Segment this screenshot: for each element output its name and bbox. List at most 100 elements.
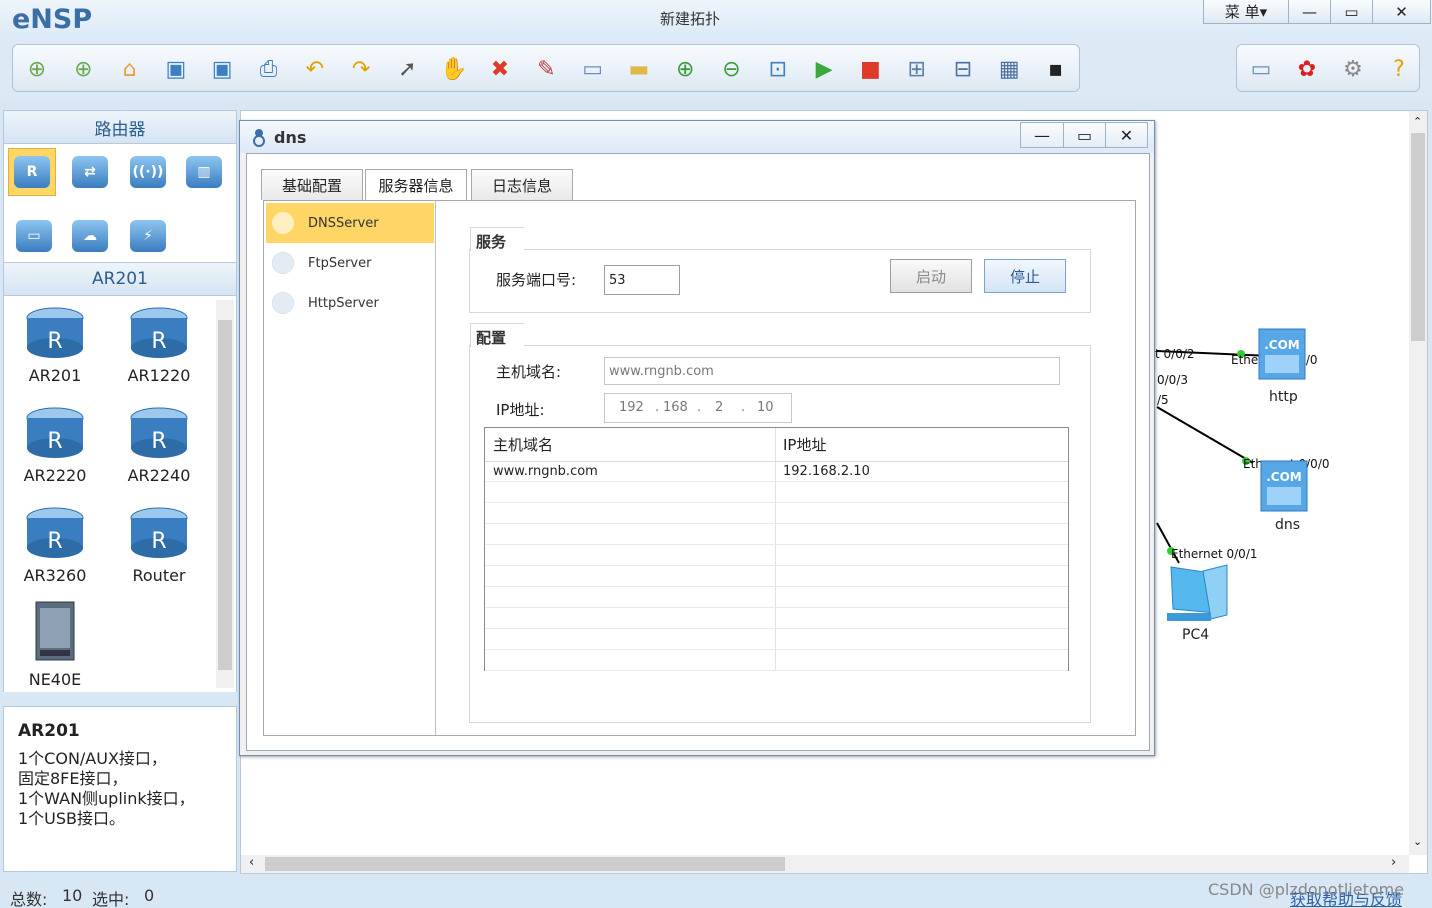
text-icon[interactable]: ▭ <box>579 55 607 83</box>
dialog-close-button[interactable]: ✕ <box>1105 123 1147 147</box>
delete-icon[interactable]: ✖ <box>486 55 514 83</box>
port-label: t 0/0/2 <box>1155 347 1195 361</box>
router-category-icon[interactable]: R <box>8 148 56 196</box>
svg-text:R: R <box>47 529 62 554</box>
right-toolbar: ▭ ✿ ⚙? <box>1236 44 1420 92</box>
service-label: HttpServer <box>308 295 379 311</box>
main-toolbar: ⊕ ⊕ ⌂ ▣ ▣ ⎙ ↶ ↷ ➚ ✋ ✖ ✎ ▭ ▬ ⊕ ⊖ ⊡ ▶ ■ ⊞ ⊟ ▦ ▪ <box>12 44 1080 92</box>
ip-input[interactable]: 192 . 168 . 2 . 10 <box>604 393 792 423</box>
print-icon[interactable]: ⎙ <box>255 55 283 83</box>
device-item[interactable]: R AR1220 <box>114 304 204 385</box>
delete-link-icon[interactable]: ✎ <box>532 55 560 83</box>
device-item[interactable]: R AR3260 <box>10 504 100 585</box>
server-icon[interactable]: .COM <box>1257 325 1309 383</box>
service-label: FtpServer <box>308 255 372 271</box>
tab-basic-config[interactable]: 基础配置 <box>261 169 363 200</box>
device-label: NE40E <box>28 670 82 689</box>
save-as-icon[interactable]: ▣ <box>208 55 236 83</box>
minimize-button[interactable]: — <box>1288 0 1330 23</box>
router-icon: R <box>10 504 100 562</box>
toolbar: ⊕ ⊕ ⌂ ▣ ▣ ⎙ ↶ ↷ ➚ ✋ ✖ ✎ ▭ ▬ ⊕ ⊖ ⊡ ▶ ■ ⊞ ⊟ ▦ ▪ ▭ ✿ ⚙? <box>0 40 1432 100</box>
desc-line: 固定8FE接口， <box>18 769 128 788</box>
device-list-scrollbar[interactable] <box>216 300 234 688</box>
stop-icon[interactable]: ■ <box>856 55 884 83</box>
canvas-hscroll[interactable]: ‹ › <box>241 855 1409 873</box>
pc-category-icon[interactable]: ▭ <box>10 212 58 260</box>
start-icon[interactable]: ▶ <box>810 55 838 83</box>
menu-button[interactable]: 菜 单▾ <box>1204 0 1288 23</box>
svg-text:R: R <box>151 329 166 354</box>
device-item[interactable]: NE40E <box>10 600 100 689</box>
stop-button[interactable]: 停止 <box>984 259 1066 293</box>
wlan-category-icon[interactable]: ((·)) <box>124 148 172 196</box>
grid-icon[interactable]: ▦ <box>995 55 1023 83</box>
select-icon[interactable]: ➚ <box>393 55 421 83</box>
link-dns[interactable] <box>1156 406 1254 464</box>
column-header-domain[interactable]: 主机域名 <box>485 428 553 461</box>
service-item-ftp[interactable]: FtpServer <box>266 243 434 283</box>
column-header-ip[interactable]: IP地址 <box>775 428 826 461</box>
canvas-vscroll[interactable]: ⌃ ⌄ <box>1409 111 1427 855</box>
start-button[interactable]: 启动 <box>890 259 972 293</box>
topology-icon[interactable]: ⊟ <box>949 55 977 83</box>
rectangle-icon[interactable]: ▬ <box>625 55 653 83</box>
device-label: AR2240 <box>127 466 191 485</box>
device-name-http: http <box>1269 389 1298 405</box>
new-example-icon[interactable]: ⊕ <box>69 55 97 83</box>
service-item-dns[interactable]: DNSServer <box>266 203 434 243</box>
port-label: Ethernet 0/0/1 <box>1171 547 1258 561</box>
port-label: /5 <box>1157 393 1169 407</box>
domain-input[interactable]: www.rngnb.com <box>604 357 1060 385</box>
device-label: Router <box>132 566 186 585</box>
tab-server-info[interactable]: 服务器信息 <box>365 169 467 201</box>
device-item[interactable]: R Router <box>114 504 204 585</box>
tab-log-info[interactable]: 日志信息 <box>471 169 573 200</box>
device-item[interactable]: R AR2240 <box>114 404 204 485</box>
zoom-out-icon[interactable]: ⊖ <box>718 55 746 83</box>
dialog-title-bar[interactable]: dns — ▭ ✕ <box>240 121 1154 153</box>
device-label: AR201 <box>28 366 82 385</box>
huawei-icon[interactable]: ✿ <box>1293 55 1321 83</box>
open-icon[interactable]: ⌂ <box>116 55 144 83</box>
dialog-maximize-button[interactable]: ▭ <box>1063 123 1105 147</box>
port-input[interactable]: 53 <box>604 265 680 295</box>
undo-icon[interactable]: ↶ <box>301 55 329 83</box>
port-label: 服务端口号: <box>496 271 577 289</box>
save-icon[interactable]: ▣ <box>162 55 190 83</box>
service-label: DNSServer <box>308 215 379 231</box>
firewall-category-icon[interactable]: ▥ <box>180 148 228 196</box>
zoom-in-icon[interactable]: ⊕ <box>671 55 699 83</box>
app-logo: eNSP <box>12 4 93 35</box>
dialog-minimize-button[interactable]: — <box>1021 123 1063 147</box>
service-dot-icon <box>272 252 294 274</box>
pc-icon[interactable] <box>1163 563 1229 625</box>
switch-category-icon[interactable]: ⇄ <box>66 148 114 196</box>
maximize-button[interactable]: ▭ <box>1330 0 1372 23</box>
new-topology-icon[interactable]: ⊕ <box>23 55 51 83</box>
service-item-http[interactable]: HttpServer <box>266 283 434 323</box>
settings-icon[interactable]: ⚙ <box>1339 55 1367 83</box>
link-category-icon[interactable]: ⚡ <box>124 212 172 260</box>
device-item[interactable]: R AR201 <box>10 304 100 385</box>
help-icon[interactable]: ? <box>1385 55 1413 83</box>
cli-icon[interactable]: ▪ <box>1042 55 1070 83</box>
hand-icon[interactable]: ✋ <box>440 55 468 83</box>
device-label: AR3260 <box>23 566 87 585</box>
device-item[interactable]: R AR2220 <box>10 404 100 485</box>
desc-line: 1个WAN侧uplink接口， <box>18 789 195 808</box>
fit-icon[interactable]: ⊡ <box>764 55 792 83</box>
router-icon: R <box>114 504 204 562</box>
table-row-empty <box>485 503 1068 524</box>
domain-label: 主机域名: <box>496 363 562 381</box>
capture-icon[interactable]: ⊞ <box>903 55 931 83</box>
dialog-body: 基础配置 服务器信息 日志信息 DNSServer FtpServer Http… <box>246 153 1150 751</box>
service-dot-icon <box>272 212 294 234</box>
chat-icon[interactable]: ▭ <box>1247 55 1275 83</box>
total-count: 10 <box>62 886 83 905</box>
redo-icon[interactable]: ↷ <box>347 55 375 83</box>
table-row[interactable]: www.rngnb.com 192.168.2.10 <box>485 462 1068 482</box>
server-icon[interactable]: .COM <box>1259 457 1311 515</box>
ip-octet: 192 <box>619 400 644 415</box>
close-button[interactable]: ✕ <box>1372 0 1430 23</box>
cloud-category-icon[interactable]: ☁ <box>66 212 114 260</box>
